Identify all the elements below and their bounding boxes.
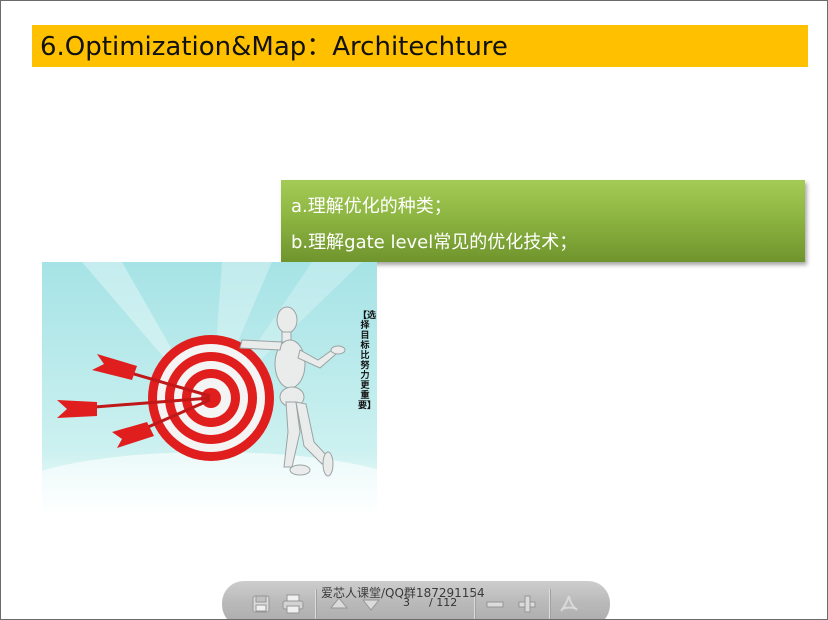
toolbar-separator [549, 589, 551, 619]
save-icon[interactable] [250, 593, 272, 615]
zoom-in-icon[interactable] [516, 593, 538, 615]
slide-page: 6.Optimization&Map：Architechture a.理解优化的… [0, 0, 828, 620]
toolbar-separator [315, 589, 317, 619]
target-board [148, 335, 274, 461]
slide-title-bar: 6.Optimization&Map：Architechture [32, 25, 808, 67]
zoom-out-icon[interactable] [484, 593, 506, 615]
slide-title: 6.Optimization&Map：Architechture [40, 32, 508, 62]
image-caption: 【选择目标比努力更重要】 [358, 311, 377, 411]
bullet-point-a: a.理解优化的种类； [291, 196, 452, 217]
bullet-point-b: b.理解gate level常见的优化技术； [291, 232, 578, 253]
acrobat-icon[interactable] [558, 593, 580, 615]
target-illustration [42, 262, 377, 516]
current-page-field[interactable]: 3 [403, 596, 410, 609]
print-icon[interactable] [282, 593, 304, 615]
bullet-box: a.理解优化的种类； b.理解gate level常见的优化技术； [281, 180, 805, 262]
total-pages-label: / 112 [429, 596, 458, 609]
